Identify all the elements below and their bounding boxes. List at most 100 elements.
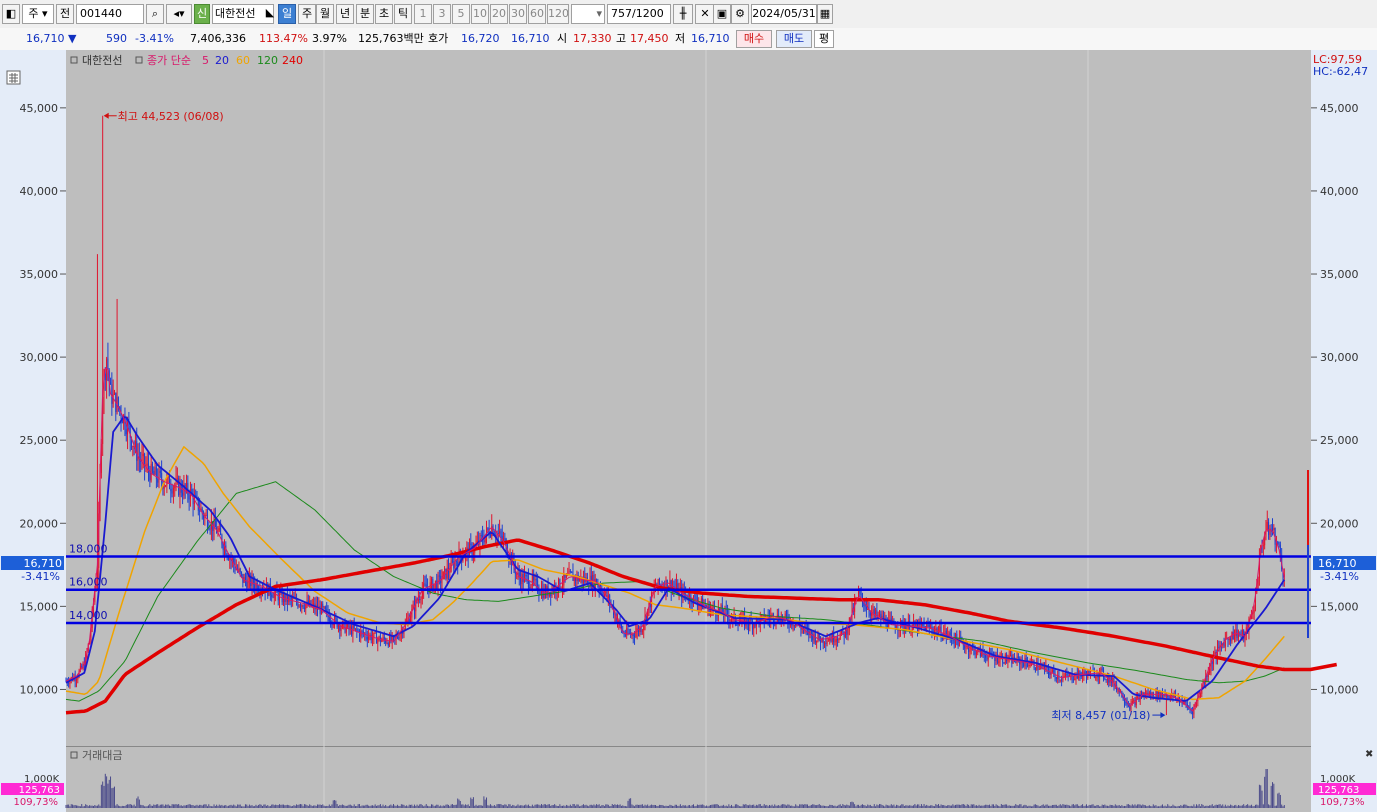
volume-bar bbox=[541, 804, 543, 808]
volume-bar bbox=[230, 804, 232, 808]
date-input[interactable]: 2024/05/31 bbox=[751, 4, 817, 24]
volume-bar bbox=[310, 805, 312, 808]
interval-30[interactable]: 30 bbox=[509, 4, 527, 24]
volume-bar bbox=[387, 806, 389, 808]
crosshair-icon[interactable]: ✕ bbox=[695, 4, 715, 24]
volume-bar bbox=[496, 804, 498, 808]
candle-body bbox=[1028, 664, 1030, 667]
candle-body bbox=[641, 630, 643, 633]
volume-bar bbox=[1220, 805, 1222, 808]
candle-body bbox=[288, 596, 290, 602]
interval-10[interactable]: 10 bbox=[471, 4, 489, 24]
candle-body bbox=[564, 574, 566, 578]
volume-bar bbox=[1040, 805, 1042, 808]
volume-bar bbox=[639, 804, 641, 808]
volume-bar bbox=[148, 805, 150, 808]
volume-bar bbox=[1117, 805, 1119, 808]
volume-bar bbox=[814, 805, 816, 808]
volume-bar bbox=[800, 804, 802, 808]
period-minute[interactable]: 분 bbox=[356, 4, 374, 24]
gear-icon[interactable]: ⚙ bbox=[731, 4, 749, 24]
volume-bar bbox=[1168, 805, 1170, 808]
interval-5[interactable]: 5 bbox=[452, 4, 470, 24]
volume-bar bbox=[985, 804, 987, 808]
volume-bar bbox=[893, 804, 895, 808]
period-month[interactable]: 월 bbox=[316, 4, 334, 24]
volume-bar bbox=[626, 806, 628, 808]
y-tick-label: 15,000 bbox=[20, 600, 59, 613]
volume-bar bbox=[1065, 804, 1067, 808]
period-day[interactable]: 일 bbox=[278, 4, 296, 24]
volume-bar bbox=[537, 804, 539, 808]
volume-bar bbox=[263, 804, 265, 808]
volume-bar bbox=[1135, 805, 1137, 808]
volume-bar bbox=[759, 804, 761, 808]
sell-button[interactable]: 매도 bbox=[776, 30, 812, 48]
buy-button[interactable]: 매수 bbox=[736, 30, 772, 48]
volume-bar bbox=[1213, 806, 1215, 808]
save-icon[interactable]: ▣ bbox=[713, 4, 731, 24]
candle-body bbox=[658, 579, 660, 585]
volume-bar bbox=[1071, 804, 1073, 808]
prefix-button[interactable]: 전 bbox=[56, 4, 74, 24]
volume-bar bbox=[512, 804, 514, 808]
calendar-icon[interactable]: ▦ bbox=[817, 4, 833, 24]
candle-body bbox=[744, 615, 746, 626]
market-select[interactable]: 주 ▾ bbox=[22, 4, 54, 24]
volume-bar bbox=[508, 804, 510, 808]
volume-bar bbox=[395, 805, 397, 808]
volume-bar bbox=[250, 805, 252, 808]
volume-bar bbox=[449, 806, 451, 808]
count-field[interactable]: 757/1200 bbox=[607, 4, 671, 24]
candle-body bbox=[489, 535, 491, 537]
volume-bar bbox=[1279, 794, 1281, 808]
volume-bar bbox=[471, 799, 473, 808]
volume-bar bbox=[1214, 805, 1216, 808]
volume-bar bbox=[229, 805, 231, 808]
interval-20[interactable]: 20 bbox=[490, 4, 508, 24]
volume-bar bbox=[1054, 804, 1056, 808]
candle-body bbox=[500, 531, 502, 536]
candle-body bbox=[1278, 543, 1280, 545]
volume-bar bbox=[679, 804, 681, 808]
period-week[interactable]: 주 bbox=[298, 4, 316, 24]
candle-body bbox=[158, 470, 160, 483]
candle-body bbox=[860, 593, 862, 595]
volume-bar bbox=[1262, 804, 1264, 808]
volume-bar bbox=[171, 804, 173, 808]
custom-interval-select[interactable]: ▾ bbox=[571, 4, 605, 24]
price-chart[interactable]: 10,000 15,000 20,000 25,000 30,000 35,000 40,0… bbox=[0, 50, 1377, 812]
period-tick[interactable]: 틱 bbox=[394, 4, 412, 24]
volume-bar bbox=[331, 804, 333, 808]
candle-body bbox=[368, 636, 370, 640]
volume-bar bbox=[1063, 804, 1065, 808]
candle-body bbox=[483, 540, 485, 543]
volume-bar bbox=[940, 804, 942, 808]
volume-bar bbox=[1201, 804, 1203, 808]
volume-bar bbox=[732, 806, 734, 808]
period-second[interactable]: 초 bbox=[375, 4, 393, 24]
interval-60[interactable]: 60 bbox=[528, 4, 546, 24]
stock-code-input[interactable]: 001440 bbox=[76, 4, 144, 24]
volume-bar bbox=[455, 804, 457, 808]
eval-button[interactable]: 평 bbox=[814, 30, 834, 48]
volume-bar bbox=[882, 805, 884, 808]
candle-body bbox=[297, 602, 299, 607]
interval-3[interactable]: 3 bbox=[433, 4, 451, 24]
layout-icon[interactable]: ◧ bbox=[2, 4, 20, 24]
volume-bar bbox=[796, 805, 798, 808]
period-year[interactable]: 년 bbox=[336, 4, 354, 24]
search-icon[interactable]: ⌕ bbox=[146, 4, 164, 24]
volume-bar bbox=[1055, 804, 1057, 808]
interval-1[interactable]: 1 bbox=[414, 4, 432, 24]
volume-bar bbox=[488, 805, 490, 808]
interval-120[interactable]: 120 bbox=[547, 4, 569, 24]
candle-body bbox=[1184, 701, 1186, 704]
volume-bar bbox=[957, 804, 959, 808]
speaker-icon[interactable]: ◂▾ bbox=[166, 4, 192, 24]
volume-bar bbox=[651, 804, 653, 808]
candle-body bbox=[247, 578, 249, 588]
candle-body bbox=[1206, 675, 1208, 677]
candle-icon[interactable]: ╫ bbox=[673, 4, 693, 24]
candle-body bbox=[826, 640, 828, 644]
